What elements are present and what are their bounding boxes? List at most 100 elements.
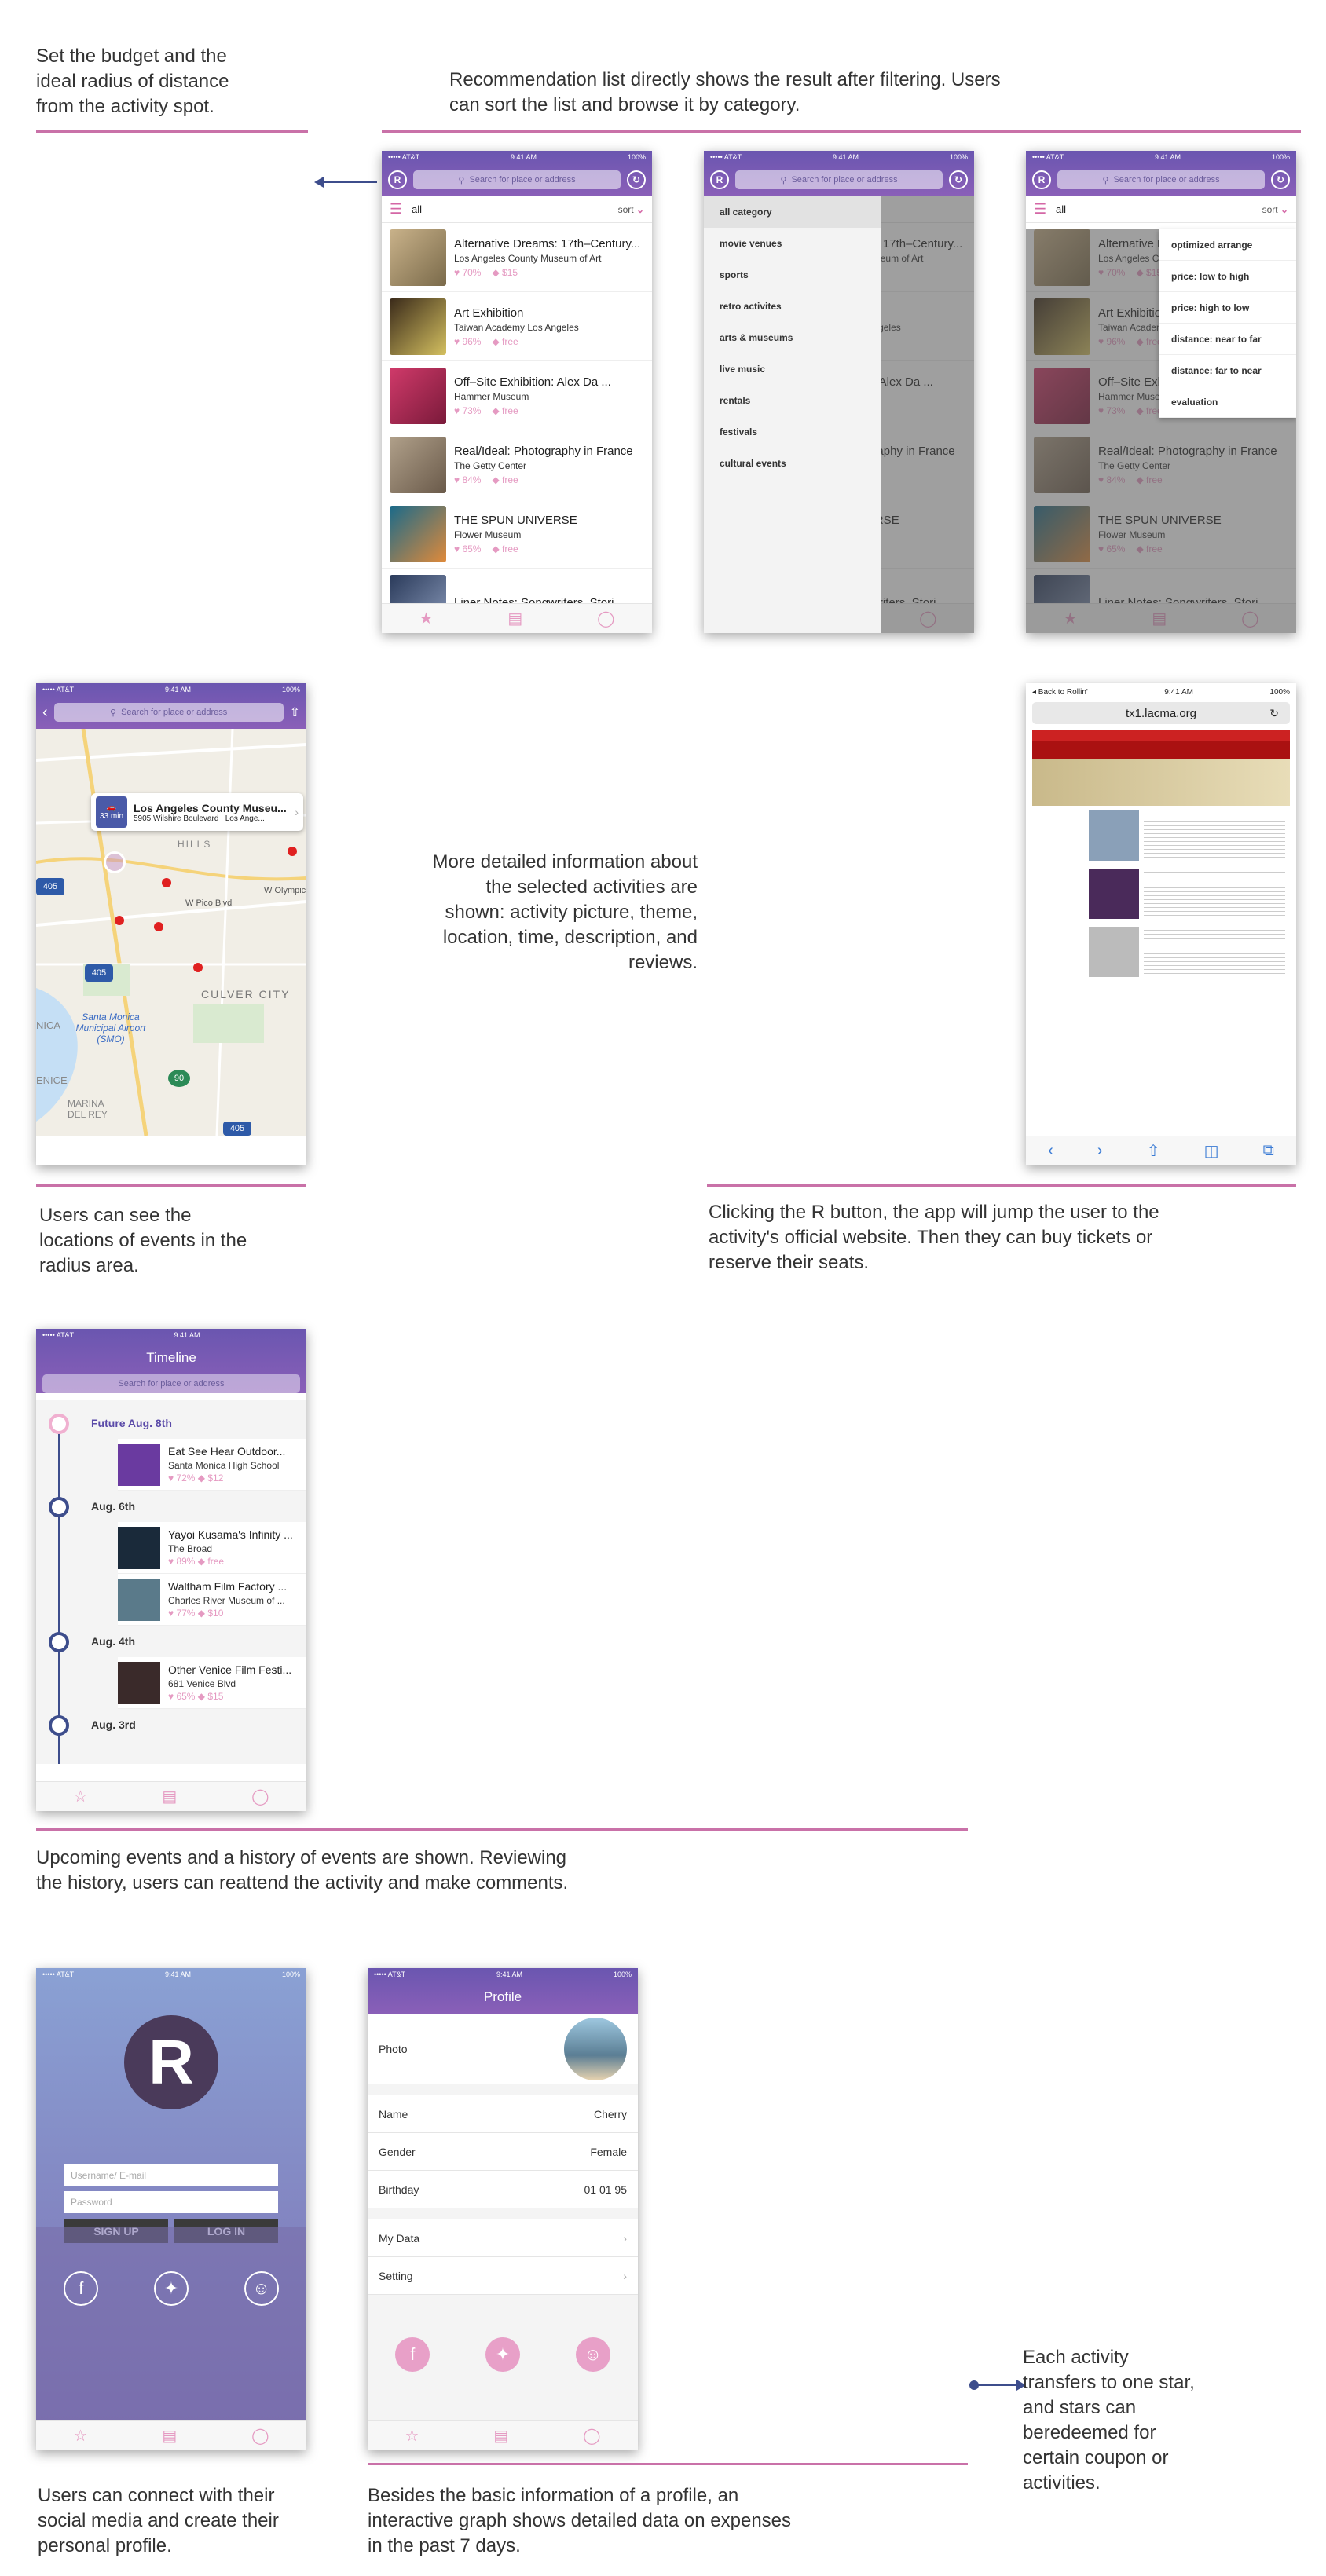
search-input[interactable]: Search for place or address: [42, 1374, 300, 1393]
list-item[interactable]: Off–Site Exhibition: Alex Da ...Hammer M…: [382, 361, 652, 430]
category-item[interactable]: rentals: [704, 385, 881, 416]
ticket-tab-icon[interactable]: ▤: [162, 2426, 177, 2446]
snapchat-icon[interactable]: ☺: [244, 2271, 279, 2306]
timeline-node[interactable]: [49, 1715, 69, 1736]
car-icon[interactable]: 🚗 33 min: [96, 796, 127, 828]
forward-arrow-icon[interactable]: ›: [1097, 1142, 1103, 1160]
sort-option[interactable]: price: low to high: [1159, 261, 1296, 292]
sort-option[interactable]: evaluation: [1159, 386, 1296, 418]
facebook-icon[interactable]: f: [395, 2337, 430, 2372]
star-tab-icon[interactable]: ☆: [73, 1787, 87, 1806]
screen-browser: ◂ Back to Rollin' 9:41 AM 100% tx1.lacma.o…: [1026, 683, 1296, 1165]
map-pin[interactable]: [115, 916, 124, 925]
profile-tab-icon[interactable]: ◯: [597, 609, 614, 628]
divider: [707, 1184, 1296, 1187]
username-field[interactable]: Username/ E-mail: [64, 2164, 278, 2186]
avatar[interactable]: [564, 2017, 627, 2080]
profile-row[interactable]: Name Cherry: [368, 2095, 638, 2133]
callout[interactable]: 🚗 33 min Los Angeles County Museu... 5905 …: [91, 793, 303, 831]
r-button[interactable]: R: [1032, 170, 1051, 189]
budget-dial-button[interactable]: ↻: [1271, 170, 1290, 189]
twitter-icon[interactable]: ✦: [153, 2271, 189, 2306]
category-item[interactable]: all category: [704, 196, 881, 228]
map-pin[interactable]: [193, 963, 203, 972]
back-icon[interactable]: ‹: [42, 704, 48, 722]
snapchat-icon[interactable]: ☺: [575, 2337, 610, 2372]
star-tab-icon[interactable]: ★: [419, 609, 433, 628]
list-item[interactable]: Waltham Film Factory ... Charles River Mu…: [118, 1574, 306, 1626]
back-arrow-icon[interactable]: ‹: [1048, 1142, 1053, 1160]
menu-icon[interactable]: ☰: [1034, 201, 1048, 218]
search-input[interactable]: ⚲ Search for place or address: [413, 170, 621, 189]
list-item[interactable]: Real/Ideal: Photography in FranceThe Get…: [382, 430, 652, 499]
tabs-icon[interactable]: ⧉: [1263, 1142, 1274, 1160]
timeline-node[interactable]: [49, 1414, 69, 1434]
menu-icon[interactable]: ☰: [390, 201, 404, 218]
profile-link[interactable]: My Data ›: [368, 2219, 638, 2257]
list-item[interactable]: Other Venice Film Festi... 681 Venice Blv…: [118, 1657, 306, 1709]
share-icon[interactable]: ⇧: [1147, 1141, 1160, 1161]
budget-dial-button[interactable]: ↻: [949, 170, 968, 189]
profile-row[interactable]: Birthday 01 01 95: [368, 2171, 638, 2208]
budget-dial-button[interactable]: ↻: [627, 170, 646, 189]
timeline-node[interactable]: [49, 1497, 69, 1517]
timeline-node[interactable]: [49, 1632, 69, 1652]
password-field[interactable]: Password: [64, 2191, 278, 2213]
ticket-tab-icon[interactable]: ▤: [507, 609, 522, 628]
bookmarks-icon[interactable]: ◫: [1204, 1141, 1219, 1161]
share-icon[interactable]: ⇧: [290, 704, 300, 720]
profile-label: Name: [379, 2107, 408, 2120]
category-item[interactable]: arts & museums: [704, 322, 881, 353]
facebook-icon[interactable]: f: [64, 2271, 99, 2306]
list-item[interactable]: Art ExhibitionTaiwan Academy Los Angeles…: [382, 292, 652, 361]
map-pin[interactable]: [288, 847, 297, 856]
category-item[interactable]: live music: [704, 353, 881, 385]
sort-option[interactable]: distance: near to far: [1159, 324, 1296, 355]
sort-button[interactable]: sort ⌄: [618, 204, 644, 215]
search-icon: ⚲: [458, 175, 465, 185]
sort-button[interactable]: sort ⌄: [1262, 204, 1288, 215]
sort-option[interactable]: price: high to low: [1159, 292, 1296, 324]
activity-thumbnail: [118, 1526, 160, 1569]
divider: [36, 130, 308, 133]
activity-venue: 681 Venice Blvd: [168, 1678, 236, 1689]
back-to-app-link[interactable]: ◂ Back to Rollin': [1032, 688, 1088, 697]
r-button[interactable]: R: [388, 170, 407, 189]
category-item[interactable]: festivals: [704, 416, 881, 448]
list-item[interactable]: Eat See Hear Outdoor... Santa Monica High…: [118, 1439, 306, 1491]
list-item[interactable]: Yayoi Kusama's Infinity ... The Broad ♥ 89…: [118, 1522, 306, 1574]
ticket-tab-icon[interactable]: ▤: [493, 2426, 508, 2446]
sort-option[interactable]: optimized arrange: [1159, 229, 1296, 261]
category-item[interactable]: movie venues: [704, 228, 881, 259]
search-input[interactable]: ⚲ Search for place or address: [1057, 170, 1265, 189]
sort-option[interactable]: distance: far to near: [1159, 355, 1296, 386]
photo-row[interactable]: Photo: [368, 2014, 638, 2084]
twitter-icon[interactable]: ✦: [485, 2337, 520, 2372]
map-pin[interactable]: [154, 922, 163, 931]
search-input[interactable]: ⚲ Search for place or address: [53, 703, 284, 722]
divider: [382, 130, 1301, 133]
profile-tab-icon[interactable]: ◯: [251, 2426, 269, 2446]
list-item[interactable]: THE SPUN UNIVERSE Flower Museum ♥ 65% ◆ fre…: [382, 499, 652, 569]
reload-icon[interactable]: ↻: [1269, 707, 1279, 720]
ticket-tab-icon[interactable]: ▤: [162, 1787, 177, 1806]
list-item[interactable]: Alternative Dreams: 17th–Century...Los A…: [382, 223, 652, 292]
profile-row[interactable]: Gender Female: [368, 2133, 638, 2171]
clock: 9:41 AM: [833, 153, 859, 161]
r-button[interactable]: R: [710, 170, 729, 189]
profile-link[interactable]: Setting ›: [368, 2257, 638, 2295]
carrier: ••••• AT&T: [1032, 153, 1064, 161]
profile-tab-icon[interactable]: ◯: [251, 1787, 269, 1806]
website-content[interactable]: [1032, 727, 1290, 1136]
category-item[interactable]: cultural events: [704, 448, 881, 479]
category-item[interactable]: sports: [704, 259, 881, 291]
search-input[interactable]: ⚲ Search for place or address: [735, 170, 943, 189]
sort-menu: optimized arrange price: low to high price…: [1159, 229, 1296, 418]
map-view[interactable]: HILLS W Pico Blvd W Olympic CULVER CITY …: [36, 729, 306, 1136]
profile-tab-icon[interactable]: ◯: [583, 2426, 600, 2446]
star-tab-icon[interactable]: ☆: [405, 2426, 419, 2446]
category-item[interactable]: retro activites: [704, 291, 881, 322]
map-pin[interactable]: [162, 878, 171, 887]
url-bar[interactable]: tx1.lacma.org ↻: [1032, 702, 1290, 724]
star-tab-icon[interactable]: ☆: [73, 2426, 87, 2446]
